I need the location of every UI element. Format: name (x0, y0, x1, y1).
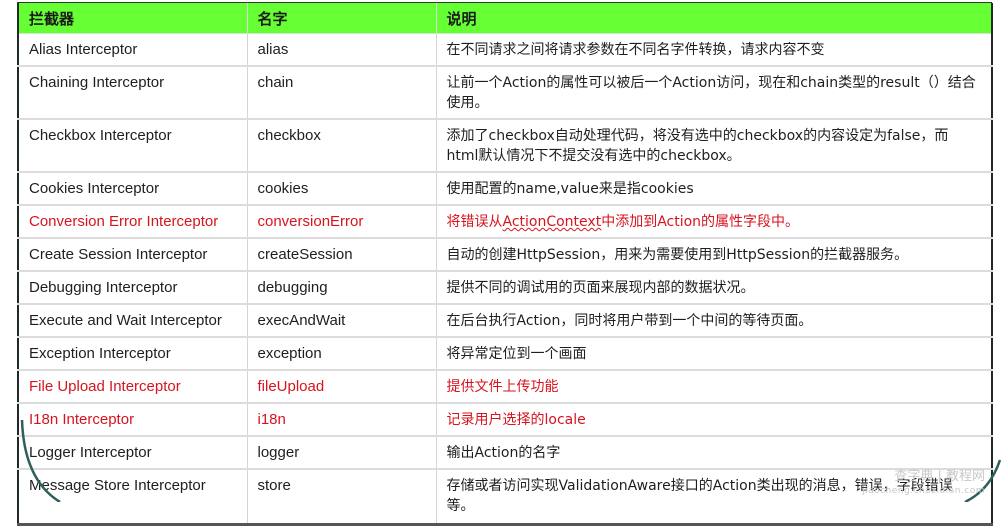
table-row: Exception Interceptor exception 将异常定位到一个… (18, 337, 993, 371)
table-row: Debugging Interceptor debugging 提供不同的调试用… (18, 271, 993, 305)
name-cell: exception (247, 337, 437, 371)
name-cell: fileUpload (247, 370, 437, 404)
desc-text-before: 将错误从 (446, 214, 503, 230)
description-cell: 提供不同的调试用的页面来展现内部的数据状况。 (436, 271, 993, 305)
table-row: Checkbox Interceptor checkbox 添加了checkbo… (18, 119, 993, 173)
name-cell: chain (247, 66, 437, 120)
table-row-highlighted: Conversion Error Interceptor conversionE… (18, 205, 993, 239)
interceptor-cell: Message Store Interceptor (18, 469, 248, 525)
description-cell: 将错误从ActionContext中添加到Action的属性字段中。 (436, 205, 993, 239)
interceptor-table: 拦截器 名字 说明 Alias Interceptor alias 在不同请求之… (17, 3, 993, 526)
name-cell: conversionError (247, 205, 437, 239)
description-cell: 将异常定位到一个画面 (436, 337, 993, 371)
table-row: Create Session Interceptor createSession… (18, 238, 993, 272)
interceptor-cell: File Upload Interceptor (18, 370, 248, 404)
table-row: Logger Interceptor logger 输出Action的名字 (18, 436, 993, 470)
description-cell: 在不同请求之间将请求参数在不同名字件转换，请求内容不变 (436, 33, 993, 67)
interceptor-cell: Execute and Wait Interceptor (18, 304, 248, 338)
name-cell: alias (247, 33, 437, 67)
description-cell: 提供文件上传功能 (436, 370, 993, 404)
interceptor-cell: Create Session Interceptor (18, 238, 248, 272)
description-cell: 使用配置的name,value来是指cookies (436, 172, 993, 206)
description-cell: 添加了checkbox自动处理代码，将没有选中的checkbox的内容设定为fa… (436, 119, 993, 173)
interceptor-cell: Debugging Interceptor (18, 271, 248, 305)
name-cell: checkbox (247, 119, 437, 173)
interceptor-cell: I18n Interceptor (18, 403, 248, 437)
header-description: 说明 (436, 3, 993, 34)
name-cell: cookies (247, 172, 437, 206)
spellcheck-underlined-text: ActionContext (502, 214, 602, 230)
name-cell: createSession (247, 238, 437, 272)
table-row: Chaining Interceptor chain 让前一个Action的属性… (18, 66, 993, 120)
name-cell: execAndWait (247, 304, 437, 338)
desc-text-after: 中添加到Action的属性字段中。 (601, 214, 800, 230)
description-cell: 记录用户选择的locale (436, 403, 993, 437)
interceptor-cell: Exception Interceptor (18, 337, 248, 371)
header-name: 名字 (247, 3, 437, 34)
table-row: Message Store Interceptor store 存储或者访问实现… (18, 469, 993, 525)
interceptor-cell: Conversion Error Interceptor (18, 205, 248, 239)
watermark-url: jiaocheng.chazidian.com (862, 486, 985, 496)
table-row: Execute and Wait Interceptor execAndWait… (18, 304, 993, 338)
watermark-title: 查字典 | 教程网 (894, 469, 985, 484)
interceptor-cell: Chaining Interceptor (18, 66, 248, 120)
name-cell: store (247, 469, 437, 525)
table-header-row: 拦截器 名字 说明 (18, 3, 993, 34)
description-cell: 在后台执行Action，同时将用户带到一个中间的等待页面。 (436, 304, 993, 338)
header-interceptor: 拦截器 (18, 3, 248, 34)
watermark: 查字典 | 教程网 jiaocheng.chazidian.com (862, 470, 985, 498)
interceptor-cell: Cookies Interceptor (18, 172, 248, 206)
name-cell: debugging (247, 271, 437, 305)
interceptor-cell: Alias Interceptor (18, 33, 248, 67)
description-cell: 输出Action的名字 (436, 436, 993, 470)
description-cell: 让前一个Action的属性可以被后一个Action访问，现在和chain类型的r… (436, 66, 993, 120)
table-row: Cookies Interceptor cookies 使用配置的name,va… (18, 172, 993, 206)
table-row-highlighted: I18n Interceptor i18n 记录用户选择的locale (18, 403, 993, 437)
name-cell: logger (247, 436, 437, 470)
interceptor-cell: Checkbox Interceptor (18, 119, 248, 173)
name-cell: i18n (247, 403, 437, 437)
interceptor-cell: Logger Interceptor (18, 436, 248, 470)
description-cell: 自动的创建HttpSession，用来为需要使用到HttpSession的拦截器… (436, 238, 993, 272)
table-row: Alias Interceptor alias 在不同请求之间将请求参数在不同名… (18, 33, 993, 67)
table-row-highlighted: File Upload Interceptor fileUpload 提供文件上… (18, 370, 993, 404)
